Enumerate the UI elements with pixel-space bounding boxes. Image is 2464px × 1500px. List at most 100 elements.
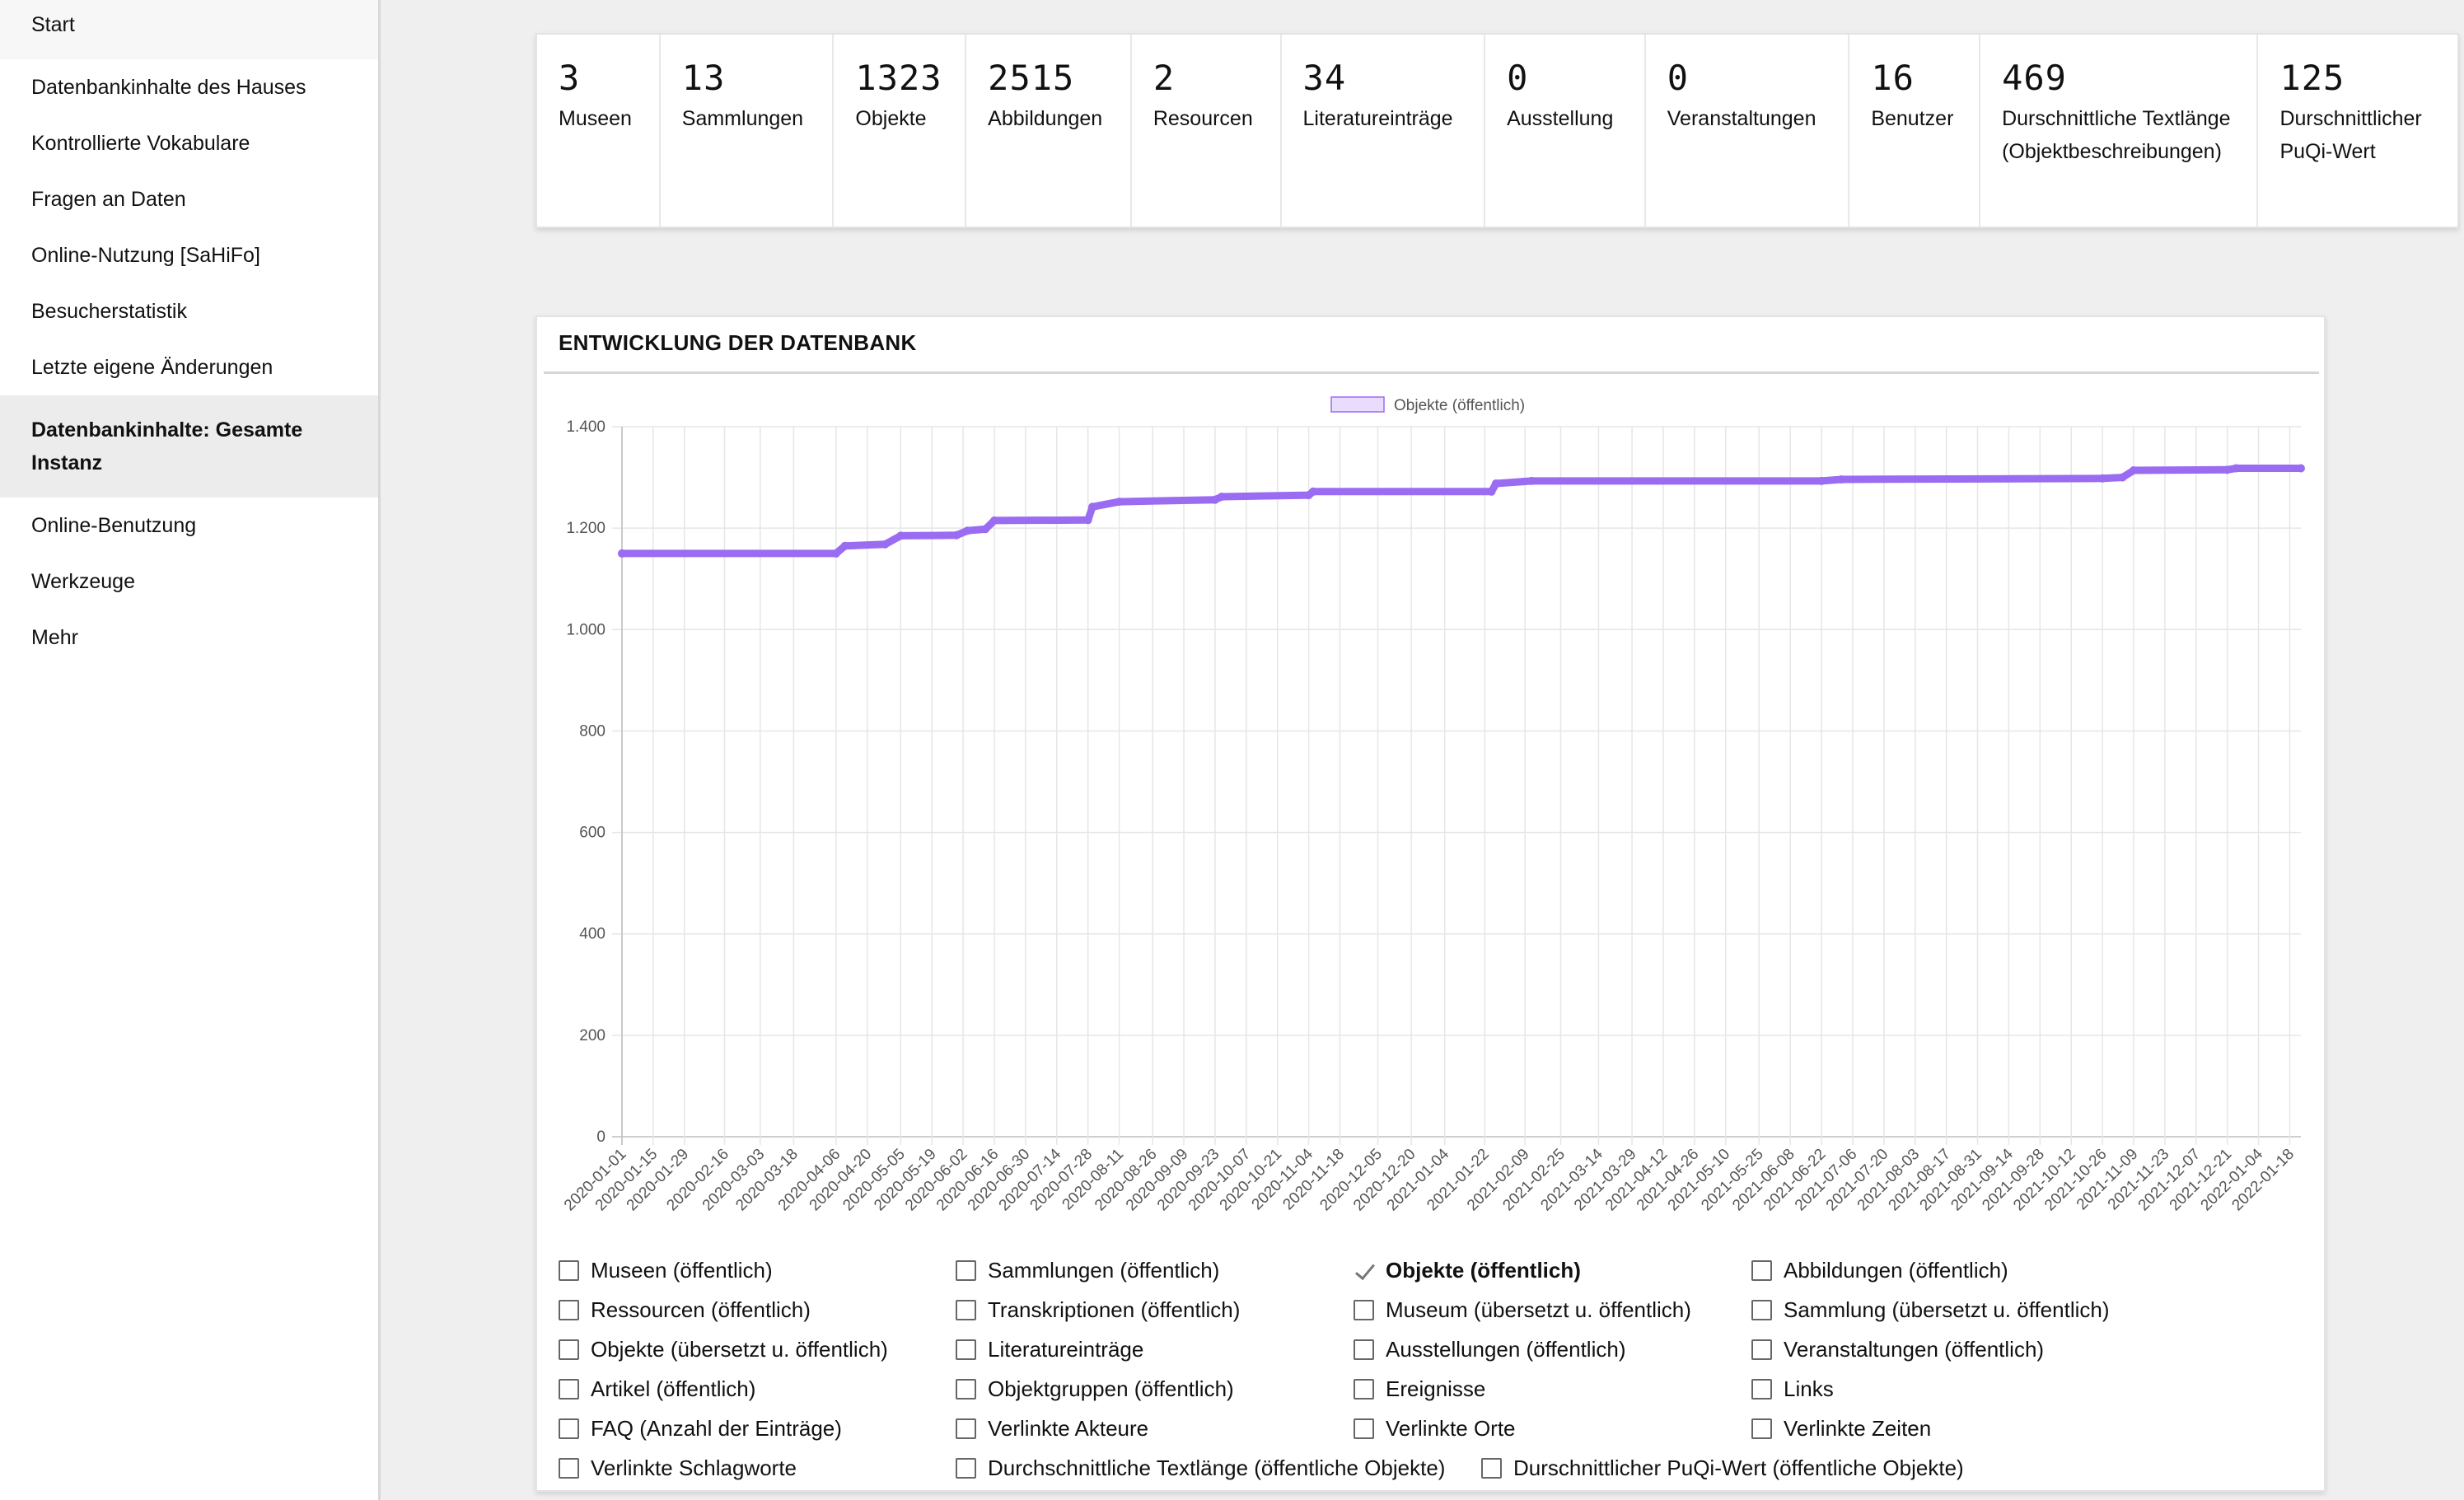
sidebar-item-start[interactable]: Start	[0, 0, 378, 59]
checkbox-icon[interactable]	[559, 1378, 579, 1400]
checkbox-icon[interactable]	[559, 1299, 579, 1320]
series-line-objekte	[618, 465, 2305, 558]
checkbox-label: Abbildungen (öffentlich)	[1784, 1258, 2008, 1283]
stat-value: 0	[1507, 58, 1529, 98]
stat-resourcen: 2 Resourcen	[1132, 35, 1282, 227]
data-point	[1218, 492, 1227, 501]
sidebar-item-mehr[interactable]: Mehr	[0, 610, 378, 666]
series-checkbox[interactable]: Objektgruppen (öffentlich)	[956, 1374, 1234, 1404]
series-checkbox[interactable]: Durschnittlicher PuQi-Wert (öffentliche …	[1481, 1453, 1964, 1483]
data-point	[1088, 502, 1097, 512]
sidebar-item-gesamte-instanz[interactable]: Datenbankinhalte: Gesamte Instanz	[0, 395, 378, 498]
sidebar: Start Datenbankinhalte des Hauses Kontro…	[0, 0, 381, 1500]
chart-card: ENTWICKLUNG DER DATENBANK 0 200 400 600 800 1…	[535, 315, 2326, 1492]
stat-sammlungen: 13 Sammlungen	[661, 35, 835, 227]
checkbox-icon[interactable]	[956, 1339, 976, 1360]
legend-swatch	[1330, 396, 1385, 413]
sidebar-item-online-nutzung[interactable]: Online-Nutzung [SaHiFo]	[0, 227, 378, 283]
sidebar-item-werkzeuge[interactable]: Werkzeuge	[0, 554, 378, 610]
series-checkbox[interactable]: Sammlungen (öffentlich)	[956, 1255, 1219, 1285]
checkbox-icon[interactable]	[1751, 1299, 1772, 1320]
checkbox-icon[interactable]	[559, 1457, 579, 1479]
checkbox-icon[interactable]	[1354, 1299, 1374, 1320]
checkbox-icon[interactable]	[956, 1259, 976, 1281]
checkbox-icon[interactable]	[1354, 1339, 1374, 1360]
stat-abbildungen: 2515 Abbildungen	[966, 35, 1132, 227]
data-point	[1115, 498, 1124, 507]
series-checkbox[interactable]: Ressourcen (öffentlich)	[559, 1295, 811, 1325]
data-point	[881, 540, 890, 549]
series-checkbox[interactable]: Verlinkte Zeiten	[1751, 1414, 1931, 1443]
stat-value: 469	[2002, 58, 2067, 98]
series-checkbox[interactable]: Durchschnittliche Textlänge (öffentliche…	[956, 1453, 1445, 1483]
stat-label: Durschnittliche Textlänge (Objektbeschre…	[2002, 107, 2231, 163]
sidebar-item-besucherstatistik[interactable]: Besucherstatistik	[0, 283, 378, 339]
series-checkbox[interactable]: Ereignisse	[1354, 1374, 1485, 1404]
sidebar-item-online-benutzung[interactable]: Online-Benutzung	[0, 498, 378, 554]
checkbox-icon[interactable]	[1751, 1339, 1772, 1360]
checkmark-icon[interactable]	[1354, 1260, 1374, 1281]
checkbox-label: Links	[1784, 1376, 1834, 1401]
sidebar-item-letzte-aenderungen[interactable]: Letzte eigene Änderungen	[0, 339, 378, 395]
checkbox-icon[interactable]	[1354, 1418, 1374, 1439]
series-checkbox[interactable]: Artikel (öffentlich)	[559, 1374, 755, 1404]
stat-value: 2515	[988, 58, 1075, 98]
series-checkbox[interactable]: Ausstellungen (öffentlich)	[1354, 1334, 1625, 1364]
checkbox-icon[interactable]	[1354, 1378, 1374, 1400]
checkbox-icon[interactable]	[956, 1457, 976, 1479]
series-checkbox[interactable]: Literatureinträge	[956, 1334, 1143, 1364]
stat-label: Resourcen	[1153, 107, 1253, 130]
series-checkbox[interactable]: Museen (öffentlich)	[559, 1255, 773, 1285]
stat-value: 16	[1871, 58, 1915, 98]
checkbox-icon[interactable]	[956, 1378, 976, 1400]
stat-literatureintraege: 34 Literatureinträge	[1282, 35, 1486, 227]
stat-value: 3	[559, 58, 581, 98]
checkbox-label: Sammlungen (öffentlich)	[988, 1258, 1220, 1283]
checkbox-icon[interactable]	[559, 1339, 579, 1360]
stat-value: 1323	[855, 58, 942, 98]
series-checkbox[interactable]: FAQ (Anzahl der Einträge)	[559, 1414, 842, 1443]
data-point	[1083, 516, 1092, 525]
series-checkbox[interactable]: Abbildungen (öffentlich)	[1751, 1255, 2008, 1285]
sidebar-item-kontrollierte-vokabulare[interactable]: Kontrollierte Vokabulare	[0, 115, 378, 171]
series-checkbox[interactable]: Transkriptionen (öffentlich)	[956, 1295, 1240, 1325]
checkbox-label: Veranstaltungen (öffentlich)	[1784, 1337, 2045, 1362]
series-checkbox[interactable]: Objekte (übersetzt u. öffentlich)	[559, 1334, 888, 1364]
stat-label: Veranstaltungen	[1667, 107, 1816, 130]
sidebar-item-datenbankinhalte-des-hauses[interactable]: Datenbankinhalte des Hauses	[0, 59, 378, 115]
checkbox-icon[interactable]	[559, 1418, 579, 1439]
stat-value: 34	[1302, 58, 1347, 98]
stat-benutzer: 16 Benutzer	[1849, 35, 1981, 227]
checkbox-label: Ressourcen (öffentlich)	[591, 1297, 811, 1322]
checkbox-label: Objektgruppen (öffentlich)	[988, 1376, 1234, 1401]
series-checkbox[interactable]: Veranstaltungen (öffentlich)	[1751, 1334, 2044, 1364]
data-point	[840, 541, 849, 550]
data-point	[989, 516, 998, 525]
series-checkbox[interactable]: Sammlung (übersetzt u. öffentlich)	[1751, 1295, 2109, 1325]
data-point	[2223, 465, 2232, 474]
checkbox-icon[interactable]	[1481, 1457, 1502, 1479]
checkbox-icon[interactable]	[1751, 1378, 1772, 1400]
sidebar-item-fragen-an-daten[interactable]: Fragen an Daten	[0, 171, 378, 227]
series-checkbox[interactable]: Museum (übersetzt u. öffentlich)	[1354, 1295, 1691, 1325]
series-checkbox[interactable]: Links	[1751, 1374, 1834, 1404]
data-point	[1491, 479, 1500, 488]
checkbox-icon[interactable]	[1751, 1259, 1772, 1281]
stat-value: 2	[1153, 58, 1176, 98]
data-point	[981, 525, 990, 534]
checkbox-icon[interactable]	[956, 1299, 976, 1320]
y-tick-label: 600	[579, 825, 605, 842]
data-point	[1309, 487, 1318, 496]
series-checkbox[interactable]: Verlinkte Schlagworte	[559, 1453, 797, 1483]
series-checkbox[interactable]: Verlinkte Orte	[1354, 1414, 1516, 1443]
checkbox-icon[interactable]	[956, 1418, 976, 1439]
series-checkbox[interactable]: Objekte (öffentlich)	[1354, 1255, 1581, 1285]
checkbox-label: Verlinkte Zeiten	[1784, 1416, 1932, 1441]
checkbox-icon[interactable]	[1751, 1418, 1772, 1439]
checkbox-label: Artikel (öffentlich)	[591, 1376, 756, 1401]
data-point	[896, 531, 905, 540]
series-checkbox[interactable]: Verlinkte Akteure	[956, 1414, 1148, 1443]
data-point	[2130, 465, 2139, 474]
checkbox-icon[interactable]	[559, 1259, 579, 1281]
data-point	[1527, 476, 1536, 485]
